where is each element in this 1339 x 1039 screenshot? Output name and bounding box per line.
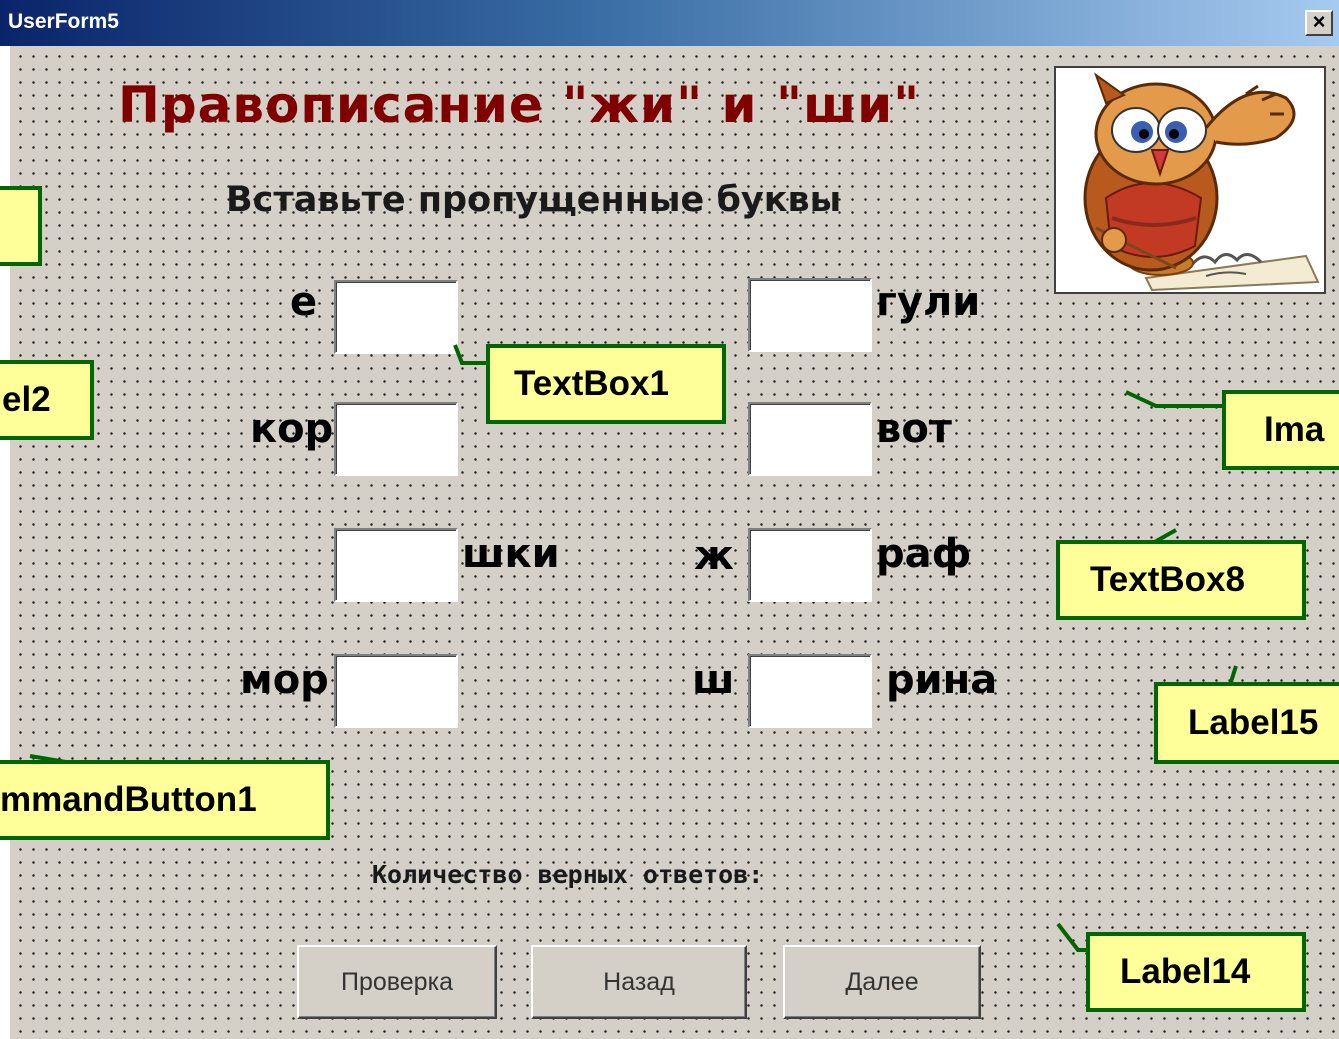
callout-textbox8: TextBox8 <box>1056 540 1306 620</box>
next-button[interactable]: Далее <box>783 945 981 1019</box>
callout-image: Ima <box>1222 390 1339 470</box>
callout-label2: el2 <box>0 360 94 440</box>
window-titlebar: UserForm5 × <box>0 0 1339 46</box>
textbox-5[interactable] <box>748 278 872 352</box>
close-icon: × <box>1312 9 1326 34</box>
textbox-6[interactable] <box>748 402 872 476</box>
callout-label1 <box>0 186 42 266</box>
check-button[interactable]: Проверка <box>297 945 497 1019</box>
close-button[interactable]: × <box>1305 10 1333 36</box>
correct-count-label: Количество верных ответов: <box>372 860 764 889</box>
textbox-3[interactable] <box>334 528 458 602</box>
callout-commandbutton1: mmandButton1 <box>0 760 330 840</box>
word-prefix-sh: ш <box>692 657 735 703</box>
textbox-4[interactable] <box>334 654 458 728</box>
callout-label15: Label15 <box>1154 682 1339 764</box>
word-suffix-guli: гули <box>876 279 981 325</box>
window-title: UserForm5 <box>8 10 119 33</box>
word-suffix-rina: рина <box>886 657 998 703</box>
word-suffix-shki: шки <box>462 531 560 577</box>
word-prefix-zh: ж <box>694 533 734 579</box>
callout-textbox1: TextBox1 <box>486 344 726 424</box>
owl-image <box>1054 66 1326 294</box>
form-title: Правописание "жи" и "ши" <box>118 76 921 134</box>
textbox-8[interactable] <box>748 654 872 728</box>
textbox-1[interactable] <box>334 280 458 354</box>
word-suffix-vot: вот <box>876 406 952 452</box>
back-button[interactable]: Назад <box>531 945 747 1019</box>
word-prefix-kor: кор <box>250 406 334 452</box>
owl-illustration <box>1083 72 1320 292</box>
form-subtitle: Вставьте пропущенные буквы <box>226 180 842 220</box>
callout-label14: Label14 <box>1086 932 1306 1012</box>
word-prefix-mor: мор <box>240 657 329 703</box>
word-suffix-raf: раф <box>876 531 972 577</box>
textbox-7[interactable] <box>748 528 872 602</box>
word-prefix-e: е <box>290 279 318 325</box>
textbox-2[interactable] <box>334 402 458 476</box>
